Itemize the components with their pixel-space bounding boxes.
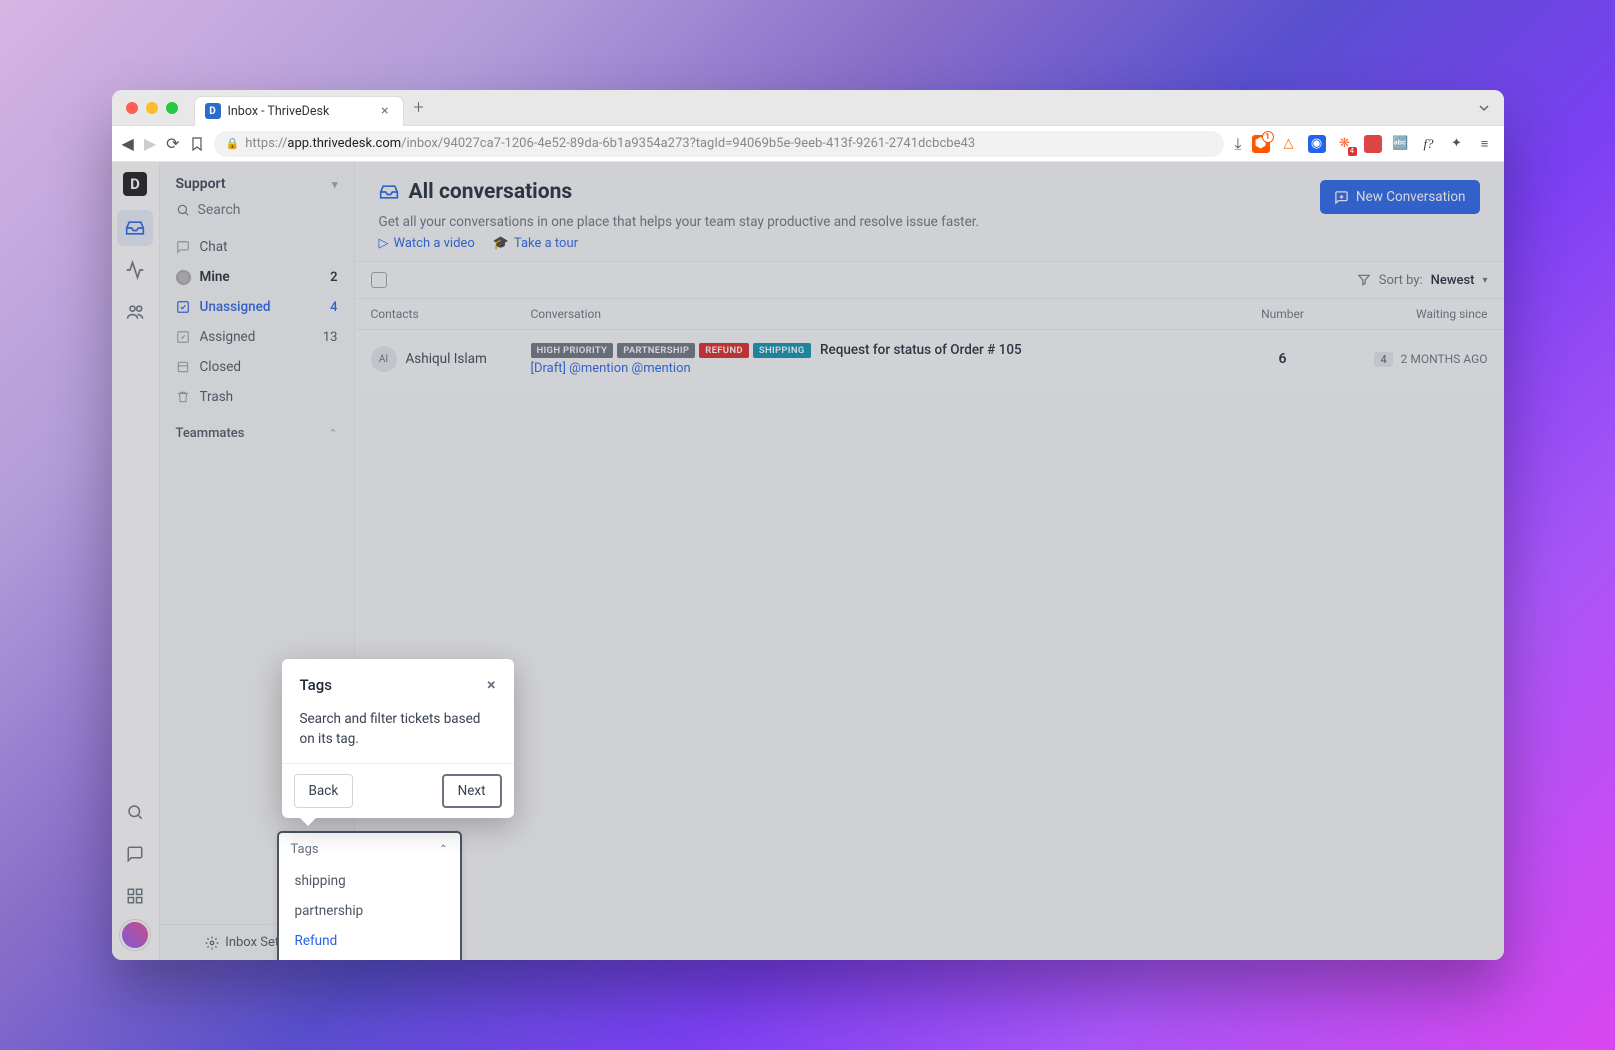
lock-icon: 🔒 — [226, 137, 240, 150]
titlebar: D Inbox - ThriveDesk × + — [112, 90, 1504, 126]
brave-shield-icon[interactable]: ⬢ — [1252, 135, 1270, 153]
new-tab-button[interactable]: + — [414, 97, 424, 118]
chevron-up-icon: ⌃ — [439, 844, 447, 855]
extension-icons: ⬢ △ ◉ ❋ 🔤 f? ✦ ≡ — [1252, 135, 1494, 153]
close-icon[interactable]: × — [487, 675, 496, 694]
tag-item-refund[interactable]: Refund — [279, 926, 460, 956]
tag-item-partnership[interactable]: partnership — [279, 896, 460, 926]
traffic-lights — [126, 102, 178, 114]
tour-title-row: Tags × — [300, 675, 496, 694]
triangle-ext-icon[interactable]: △ — [1280, 135, 1298, 153]
onepassword-icon[interactable]: ◉ — [1308, 135, 1326, 153]
url-path: /inbox/94027ca7-1206-4e52-89da-6b1a9354a… — [401, 136, 975, 151]
browser-toolbar: ◀ ▶ ⟳ 🔒 https://app.thrivedesk.com/inbox… — [112, 126, 1504, 162]
tag-item-shipping[interactable]: shipping — [279, 866, 460, 896]
tag-item-high-priority[interactable]: high priority — [279, 956, 460, 960]
snowflake-ext-icon[interactable]: ❋ — [1336, 135, 1354, 153]
browser-tab[interactable]: D Inbox - ThriveDesk × — [194, 96, 404, 126]
back-button[interactable]: Back — [294, 774, 354, 808]
tour-title: Tags — [300, 676, 332, 694]
tab-close-icon[interactable]: × — [377, 103, 392, 119]
url-prefix: https:// — [245, 136, 287, 151]
back-button[interactable]: ◀ — [122, 134, 134, 153]
translate-ext-icon[interactable]: 🔤 — [1392, 135, 1410, 153]
window-minimize-icon[interactable] — [146, 102, 158, 114]
extensions-puzzle-icon[interactable]: ✦ — [1448, 135, 1466, 153]
forward-button[interactable]: ▶ — [144, 134, 156, 153]
font-ext-icon[interactable]: f? — [1420, 135, 1438, 153]
tags-panel: Tags ⌃ shipping partnership Refund high … — [277, 831, 462, 960]
bookmark-button[interactable] — [190, 137, 204, 151]
url-bar[interactable]: 🔒 https://app.thrivedesk.com/inbox/94027… — [214, 131, 1225, 157]
tags-panel-header[interactable]: Tags ⌃ — [279, 833, 460, 866]
browser-window: D Inbox - ThriveDesk × + ◀ ▶ ⟳ 🔒 https:/… — [112, 90, 1504, 960]
app-body: D Support ▾ — [112, 162, 1504, 960]
reload-button[interactable]: ⟳ — [166, 134, 179, 153]
window-maximize-icon[interactable] — [166, 102, 178, 114]
next-button[interactable]: Next — [442, 774, 502, 808]
menu-icon[interactable]: ≡ — [1476, 135, 1494, 153]
download-icon[interactable]: ⤓ — [1234, 134, 1241, 154]
tour-description: Search and filter tickets based on its t… — [300, 710, 496, 749]
tags-header-label: Tags — [291, 842, 319, 857]
tour-popup: Tags × Search and filter tickets based o… — [282, 659, 514, 818]
tabs-dropdown-icon[interactable] — [1478, 102, 1490, 114]
tab-title: Inbox - ThriveDesk — [228, 104, 330, 119]
url-host: app.thrivedesk.com — [287, 136, 401, 151]
favicon-icon: D — [205, 103, 221, 119]
window-close-icon[interactable] — [126, 102, 138, 114]
red-square-ext-icon[interactable] — [1364, 135, 1382, 153]
